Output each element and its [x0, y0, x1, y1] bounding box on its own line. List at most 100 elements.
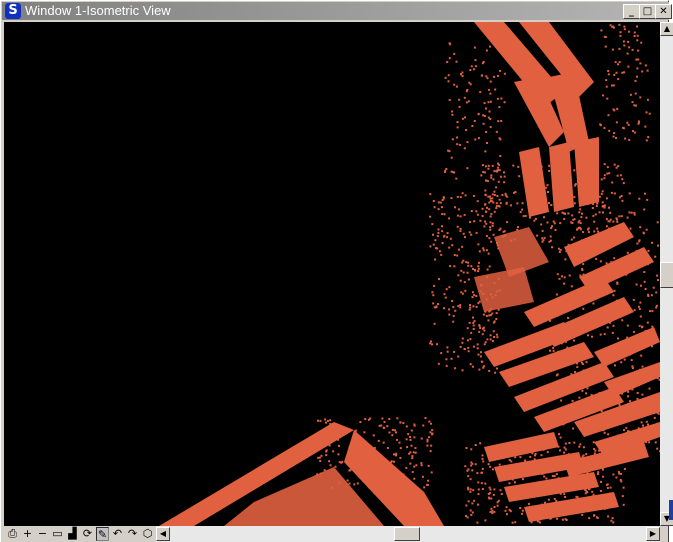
- point-speck: [640, 284, 642, 287]
- print-icon[interactable]: ⎙: [6, 527, 19, 541]
- scroll-left-button[interactable]: ◀: [156, 527, 170, 541]
- point-speck: [450, 156, 453, 159]
- scroll-right-button[interactable]: ▶: [646, 527, 660, 541]
- point-speck: [430, 471, 433, 474]
- point-speck: [551, 246, 553, 249]
- point-speck: [458, 143, 461, 146]
- pan-view-icon[interactable]: ✎: [96, 527, 109, 541]
- point-speck: [568, 442, 571, 444]
- point-speck: [472, 194, 475, 197]
- point-speck: [505, 201, 508, 204]
- point-speck: [623, 25, 626, 28]
- point-speck: [540, 176, 543, 179]
- point-speck: [491, 512, 494, 515]
- scroll-up-button[interactable]: ▲: [660, 22, 673, 36]
- zoom-in-icon[interactable]: +: [21, 527, 34, 541]
- point-speck: [362, 479, 365, 482]
- point-cloud-canvas[interactable]: [4, 22, 660, 526]
- point-speck: [483, 102, 486, 105]
- point-speck: [640, 421, 643, 424]
- point-speck: [491, 509, 494, 512]
- point-speck: [476, 343, 479, 346]
- point-speck: [607, 114, 610, 117]
- fit-view-icon[interactable]: ▟: [66, 527, 79, 541]
- point-speck: [549, 466, 551, 469]
- point-speck: [506, 221, 509, 224]
- redo-view-icon[interactable]: ↷: [126, 527, 139, 541]
- point-speck: [532, 187, 535, 190]
- point-speck: [553, 498, 556, 500]
- rotate-view-icon[interactable]: ⟳: [81, 527, 94, 541]
- point-speck: [602, 453, 605, 456]
- point-speck: [600, 410, 603, 412]
- point-speck: [636, 242, 639, 245]
- point-speck: [612, 500, 615, 503]
- point-speck: [486, 206, 488, 209]
- point-speck: [498, 198, 501, 201]
- maximize-button[interactable]: □: [639, 4, 656, 19]
- point-speck: [596, 239, 599, 242]
- minimize-button[interactable]: _: [623, 4, 640, 19]
- point-speck: [626, 251, 629, 254]
- point-speck: [448, 246, 451, 249]
- point-speck: [427, 479, 430, 482]
- point-speck: [535, 188, 538, 191]
- point-speck: [491, 193, 494, 196]
- point-speck: [498, 137, 501, 140]
- point-speck: [482, 313, 485, 316]
- vertical-scrollbar[interactable]: ▲ ▼: [660, 22, 673, 526]
- point-speck: [578, 226, 580, 229]
- horizontal-scrollbar[interactable]: ◀ ▶: [156, 526, 660, 542]
- point-speck: [325, 454, 328, 457]
- point-speck: [536, 164, 539, 167]
- app-logo-icon[interactable]: S: [5, 3, 21, 19]
- vertical-scroll-thumb[interactable]: [660, 262, 673, 288]
- zoom-out-icon[interactable]: −: [36, 527, 49, 541]
- point-speck: [561, 359, 564, 362]
- undo-view-icon[interactable]: ↶: [111, 527, 124, 541]
- point-speck: [484, 203, 486, 206]
- point-speck: [582, 446, 585, 449]
- point-speck: [440, 206, 443, 209]
- point-speck: [610, 449, 613, 452]
- point-speck: [605, 262, 608, 265]
- horizontal-scroll-thumb[interactable]: [394, 527, 420, 541]
- point-speck: [501, 235, 504, 238]
- point-speck: [391, 434, 394, 437]
- title-bar[interactable]: S Window 1-Isometric View _ □ ✕: [2, 2, 672, 20]
- point-speck: [466, 141, 469, 144]
- point-speck: [442, 196, 445, 199]
- point-speck: [514, 481, 516, 484]
- point-speck: [618, 23, 621, 26]
- point-speck: [609, 497, 612, 500]
- point-speck: [601, 406, 604, 409]
- close-button[interactable]: ✕: [655, 4, 672, 19]
- point-speck: [585, 238, 588, 240]
- point-speck: [443, 213, 446, 216]
- point-speck: [655, 306, 658, 309]
- point-speck: [504, 509, 507, 512]
- point-speck: [553, 222, 556, 225]
- point-speck: [346, 479, 349, 482]
- point-speck: [599, 333, 602, 336]
- point-speck: [487, 454, 490, 457]
- point-speck: [521, 165, 524, 168]
- point-speck: [602, 456, 604, 459]
- point-speck: [571, 512, 574, 515]
- point-speck: [622, 40, 625, 43]
- point-speck: [484, 189, 487, 192]
- point-speck: [467, 350, 470, 353]
- isometric-viewport[interactable]: [4, 22, 660, 526]
- point-speck: [483, 329, 486, 332]
- window-area-icon[interactable]: ▭: [51, 527, 64, 541]
- point-speck: [565, 519, 568, 521]
- point-speck: [588, 517, 591, 520]
- point-speck: [495, 205, 498, 208]
- point-speck: [465, 129, 468, 131]
- point-speck: [487, 496, 490, 499]
- view-cube-icon[interactable]: ⬡: [141, 527, 154, 541]
- point-speck: [485, 49, 488, 52]
- point-speck: [334, 465, 337, 468]
- point-speck: [609, 211, 612, 214]
- point-speck: [477, 493, 480, 496]
